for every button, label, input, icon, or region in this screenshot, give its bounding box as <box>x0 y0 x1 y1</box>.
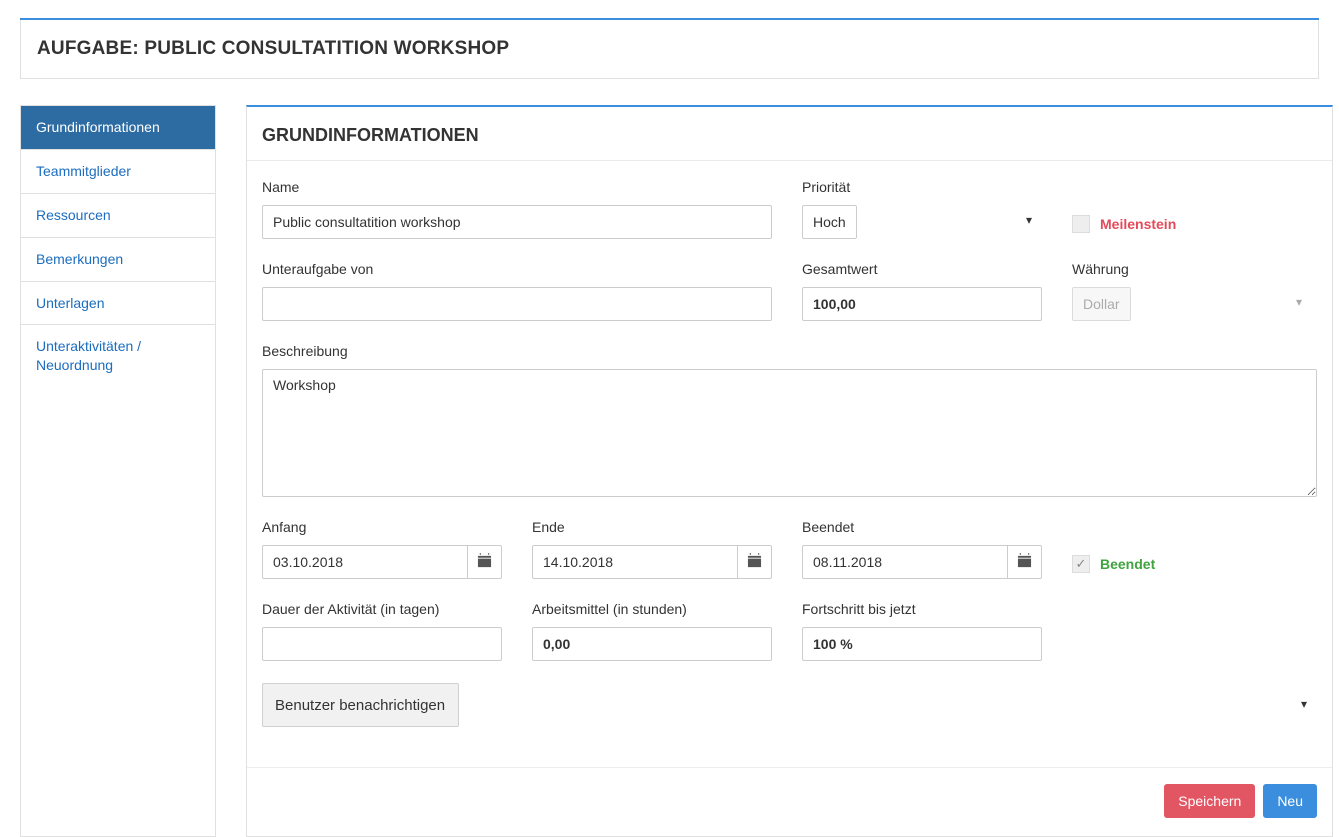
duration-input[interactable] <box>262 627 502 661</box>
finished-label: Beendet <box>1100 556 1155 572</box>
milestone-label: Meilenstein <box>1100 216 1176 232</box>
name-label: Name <box>262 179 772 195</box>
start-label: Anfang <box>262 519 502 535</box>
sidebar-item-unteraktivitaeten[interactable]: Unteraktivitäten / Neuordnung <box>21 325 215 387</box>
save-button[interactable]: Speichern <box>1164 784 1255 818</box>
finished-checkbox[interactable] <box>1072 555 1090 573</box>
progress-label: Fortschritt bis jetzt <box>802 601 1042 617</box>
calendar-icon <box>477 553 492 571</box>
end-label: Ende <box>532 519 772 535</box>
footer-actions: Speichern Neu <box>247 767 1332 836</box>
currency-select: Dollar <box>1072 287 1131 321</box>
sidebar: Grundinformationen Teammitglieder Ressou… <box>20 105 216 837</box>
calendar-icon <box>747 553 762 571</box>
duration-label: Dauer der Aktivität (in tagen) <box>262 601 502 617</box>
description-textarea[interactable] <box>262 369 1317 497</box>
end-calendar-button[interactable] <box>738 545 772 579</box>
description-label: Beschreibung <box>262 343 1317 359</box>
sidebar-item-ressourcen[interactable]: Ressourcen <box>21 194 215 238</box>
total-value-label: Gesamtwert <box>802 261 1042 277</box>
sidebar-item-bemerkungen[interactable]: Bemerkungen <box>21 238 215 282</box>
sidebar-item-unterlagen[interactable]: Unterlagen <box>21 282 215 326</box>
progress-input[interactable] <box>802 627 1042 661</box>
end-input[interactable] <box>532 545 738 579</box>
subtask-input[interactable] <box>262 287 772 321</box>
total-value-input[interactable] <box>802 287 1042 321</box>
finished-date-input[interactable] <box>802 545 1008 579</box>
notify-user-select[interactable]: Benutzer benachrichtigen <box>262 683 459 727</box>
new-button[interactable]: Neu <box>1263 784 1317 818</box>
finished-date-label: Beendet <box>802 519 1042 535</box>
workhours-input[interactable] <box>532 627 772 661</box>
calendar-icon <box>1017 553 1032 571</box>
main-panel: GRUNDINFORMATIONEN Name Priorität Hoch <box>246 105 1333 837</box>
sidebar-item-grundinformationen[interactable]: Grundinformationen <box>21 106 215 150</box>
priority-select[interactable]: Hoch <box>802 205 857 239</box>
section-title: GRUNDINFORMATIONEN <box>247 107 1332 161</box>
name-input[interactable] <box>262 205 772 239</box>
start-calendar-button[interactable] <box>468 545 502 579</box>
milestone-checkbox[interactable] <box>1072 215 1090 233</box>
workhours-label: Arbeitsmittel (in stunden) <box>532 601 772 617</box>
start-input[interactable] <box>262 545 468 579</box>
page-title: AUFGABE: PUBLIC CONSULTATITION WORKSHOP <box>20 20 1319 79</box>
sidebar-item-teammitglieder[interactable]: Teammitglieder <box>21 150 215 194</box>
finished-date-calendar-button[interactable] <box>1008 545 1042 579</box>
priority-label: Priorität <box>802 179 1042 195</box>
subtask-label: Unteraufgabe von <box>262 261 772 277</box>
currency-label: Währung <box>1072 261 1312 277</box>
